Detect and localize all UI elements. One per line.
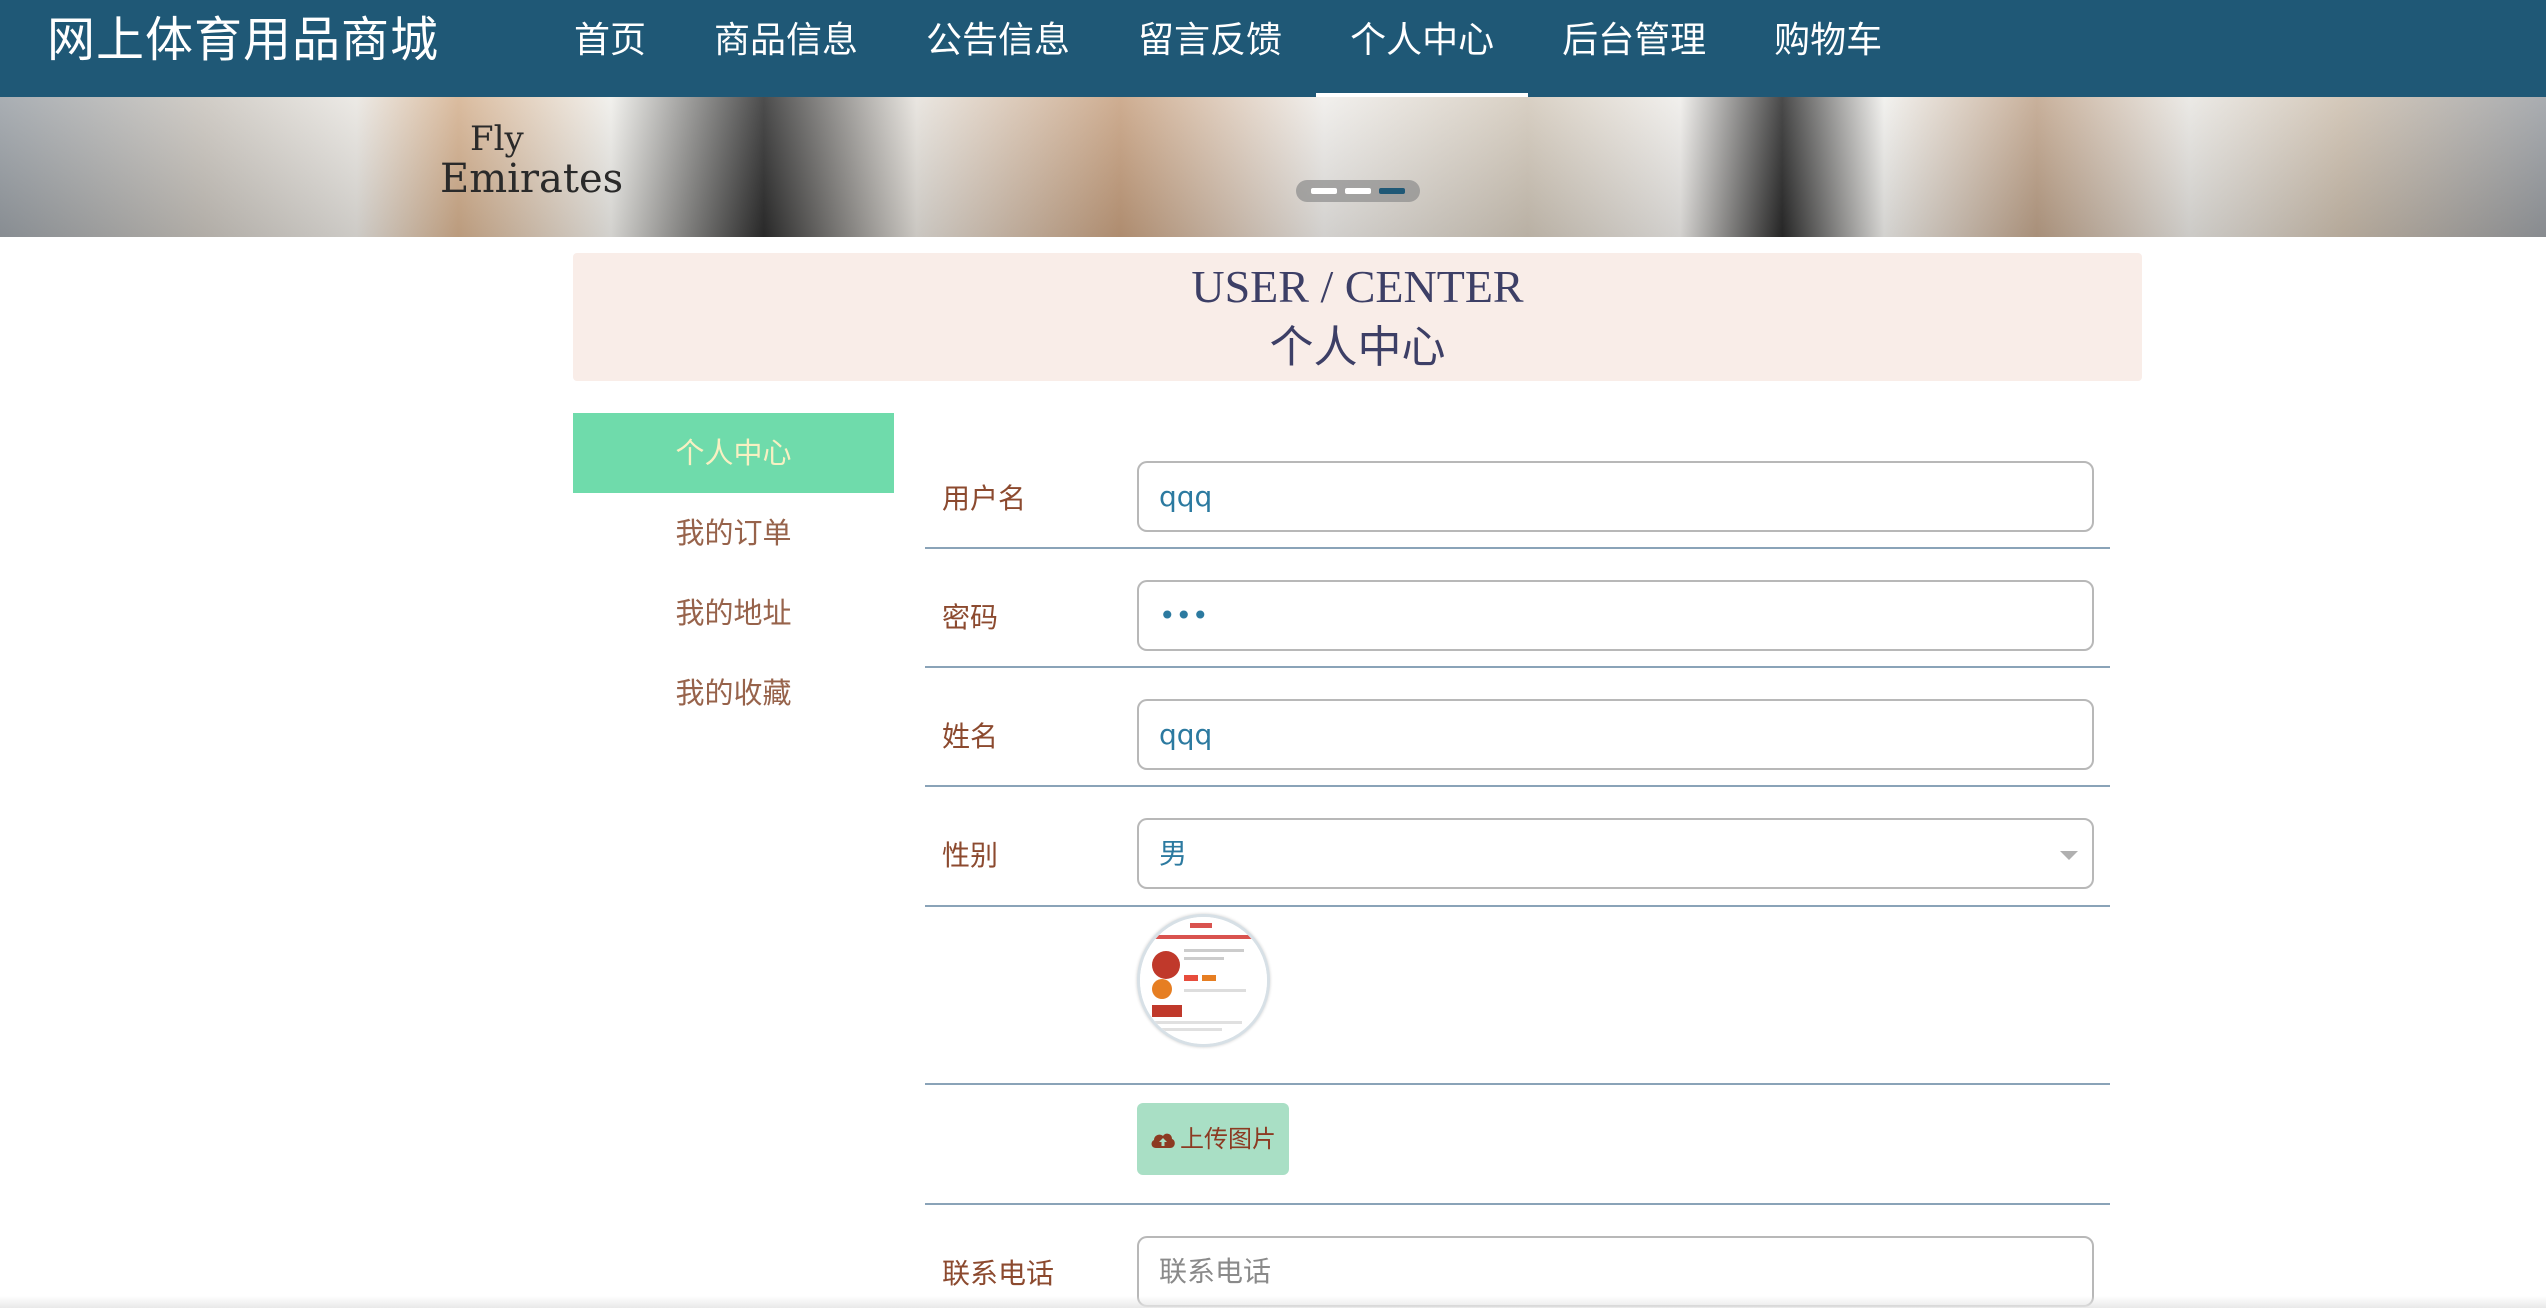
site-title[interactable]: 网上体育用品商城 (47, 10, 439, 70)
section-header: USER / CENTER 个人中心 (573, 253, 2142, 381)
carousel-dot-2[interactable] (1345, 188, 1371, 194)
name-row: 姓名 qqq (925, 668, 2110, 787)
password-row: 密码 ••• (925, 549, 2110, 668)
phone-label: 联系电话 (942, 1257, 1055, 1290)
nav-user-center[interactable]: 个人中心 (1316, 0, 1529, 97)
username-input[interactable]: qqq (1137, 461, 2094, 532)
phone-row: 联系电话 联系电话 (925, 1205, 2110, 1308)
sidebar-item-my-favorites[interactable]: 我的收藏 (573, 653, 894, 733)
profile-form: 用户名 qqq 密码 ••• 姓名 qqq 性别 男 上传图片 联系电话 联系电… (925, 430, 2110, 1308)
username-row: 用户名 qqq (925, 430, 2110, 549)
nav-feedback[interactable]: 留言反馈 (1104, 0, 1316, 97)
sidebar-item-my-address[interactable]: 我的地址 (573, 573, 894, 653)
user-sidebar: 个人中心 我的订单 我的地址 我的收藏 (573, 413, 894, 733)
nav-cart[interactable]: 购物车 (1740, 0, 1916, 97)
nav-announcements[interactable]: 公告信息 (892, 0, 1104, 97)
nav-home[interactable]: 首页 (540, 0, 680, 97)
section-title-en: USER / CENTER (1191, 261, 1524, 312)
nav-products[interactable]: 商品信息 (680, 0, 892, 97)
sidebar-item-user-center[interactable]: 个人中心 (573, 413, 894, 493)
carousel-indicators (1296, 180, 1420, 202)
password-input[interactable]: ••• (1137, 580, 2094, 651)
page-fold-shadow (0, 1296, 2546, 1308)
jersey-text-line1: Fly (470, 119, 524, 159)
sidebar-item-my-orders[interactable]: 我的订单 (573, 493, 894, 573)
top-navbar: 网上体育用品商城 首页 商品信息 公告信息 留言反馈 个人中心 后台管理 购物车 (0, 0, 2546, 97)
gender-select[interactable]: 男 (1137, 818, 2094, 889)
chevron-down-icon (2060, 851, 2078, 860)
name-input[interactable]: qqq (1137, 699, 2094, 770)
nav-admin[interactable]: 后台管理 (1528, 0, 1740, 97)
gender-selected-value: 男 (1159, 837, 1188, 870)
banner-jersey-text: Fly Emirates (440, 119, 623, 199)
avatar (1137, 914, 1270, 1047)
carousel-dot-3[interactable] (1379, 188, 1405, 194)
section-title-cn: 个人中心 (1269, 322, 1446, 373)
password-label: 密码 (942, 601, 999, 634)
banner-image (0, 97, 2546, 237)
username-label: 用户名 (942, 482, 1027, 515)
upload-image-button[interactable]: 上传图片 (1137, 1103, 1289, 1175)
main-nav: 首页 商品信息 公告信息 留言反馈 个人中心 后台管理 购物车 (540, 0, 1916, 97)
gender-label: 性别 (942, 839, 999, 872)
avatar-row (925, 907, 2110, 1085)
carousel-dot-1[interactable] (1311, 188, 1337, 194)
cloud-upload-icon (1151, 1133, 1175, 1148)
upload-row: 上传图片 (925, 1085, 2110, 1205)
jersey-text-line2: Emirates (440, 156, 624, 202)
name-label: 姓名 (942, 720, 999, 753)
upload-button-label: 上传图片 (1180, 1125, 1276, 1153)
avatar-image (1140, 917, 1267, 1044)
banner-carousel[interactable]: Fly Emirates (0, 97, 2546, 237)
gender-row: 性别 男 (925, 787, 2110, 907)
